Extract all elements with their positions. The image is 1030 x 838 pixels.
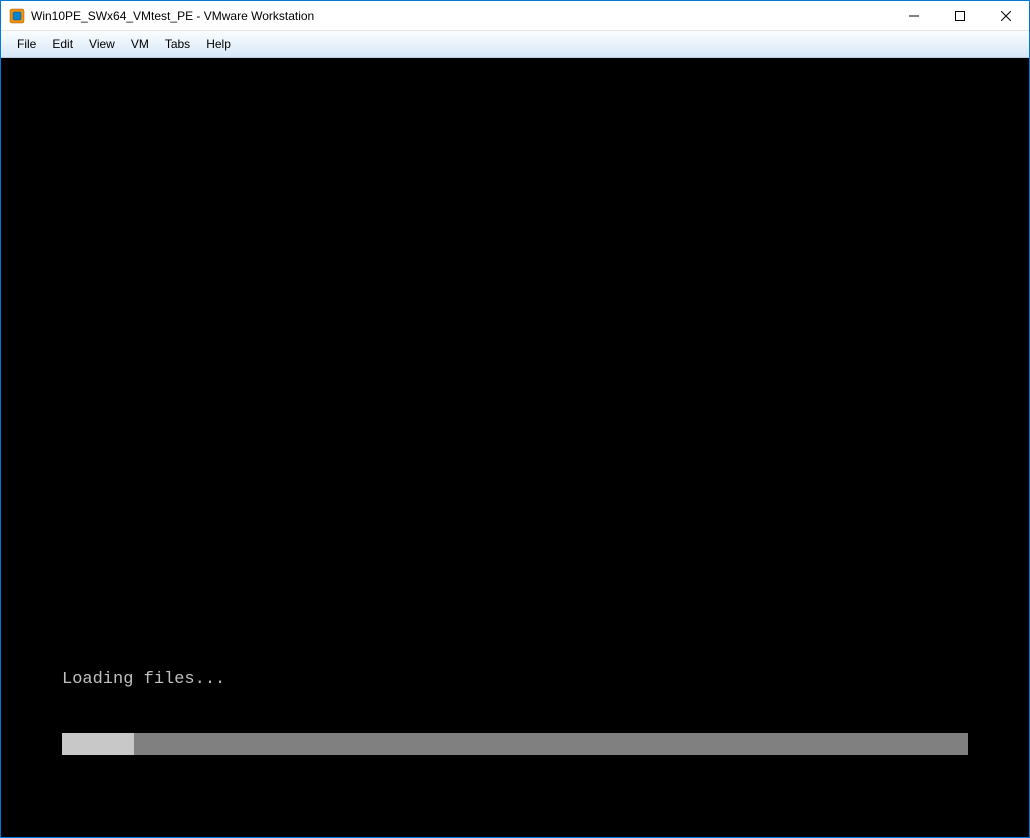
menu-view[interactable]: View <box>81 33 123 55</box>
close-button[interactable] <box>983 1 1029 30</box>
menu-file[interactable]: File <box>9 33 44 55</box>
window-title: Win10PE_SWx64_VMtest_PE - VMware Worksta… <box>31 9 891 23</box>
maximize-button[interactable] <box>937 1 983 30</box>
vmware-app-icon <box>9 8 25 24</box>
menu-tabs[interactable]: Tabs <box>157 33 198 55</box>
progress-bar <box>62 733 968 755</box>
window-controls <box>891 1 1029 30</box>
menu-bar: File Edit View VM Tabs Help <box>1 31 1029 58</box>
app-window: Win10PE_SWx64_VMtest_PE - VMware Worksta… <box>0 0 1030 838</box>
progress-fill <box>62 733 134 755</box>
menu-edit[interactable]: Edit <box>44 33 81 55</box>
loading-text: Loading files... <box>62 670 225 689</box>
title-bar: Win10PE_SWx64_VMtest_PE - VMware Worksta… <box>1 1 1029 31</box>
minimize-button[interactable] <box>891 1 937 30</box>
vm-display-area[interactable]: Loading files... <box>1 58 1029 837</box>
menu-vm[interactable]: VM <box>123 33 157 55</box>
menu-help[interactable]: Help <box>198 33 239 55</box>
